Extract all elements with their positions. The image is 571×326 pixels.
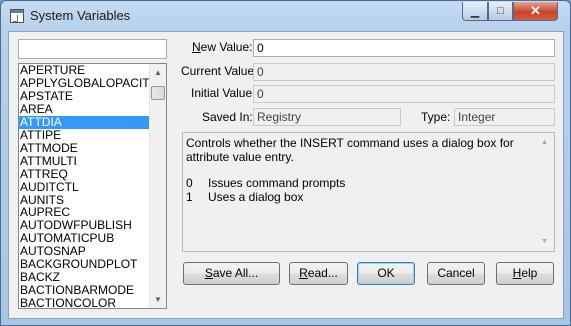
variable-list-item[interactable]: APSTATE — [19, 90, 150, 103]
window-title: System Variables — [30, 8, 131, 23]
variable-list-scrollbar[interactable]: ▲ ▼ — [149, 64, 166, 308]
variable-list-item[interactable]: ATTMODE — [19, 142, 150, 155]
option-key: 1 — [186, 189, 193, 204]
new-value-label: New Value: — [192, 40, 253, 54]
current-value-field: 0 — [253, 63, 555, 81]
save-all-button[interactable]: Save All... — [183, 262, 280, 285]
system-variables-dialog: System Variables ▁ □ ✕ APERTURE APPLYGLOB… — [0, 0, 571, 326]
variable-list-item[interactable]: BACKGROUNDPLOT — [19, 258, 150, 271]
help-button[interactable]: Help — [496, 262, 554, 285]
desc-scroll-down-icon[interactable]: ▼ — [541, 235, 548, 249]
variable-list-item[interactable]: AUTOSNAP — [19, 245, 150, 258]
window-app-icon — [10, 9, 24, 23]
saved-in-label: Saved In: — [202, 110, 253, 124]
scroll-thumb[interactable] — [151, 86, 165, 100]
minimize-button[interactable]: ▁ — [462, 2, 488, 21]
variable-list-item[interactable]: ATTMULTI — [19, 155, 150, 168]
variable-list-item[interactable]: AUTODWFPUBLISH — [19, 219, 150, 232]
read-button[interactable]: Read... — [289, 262, 348, 285]
variable-list-item[interactable]: BACTIONCOLOR — [19, 297, 150, 308]
variable-list-item[interactable]: BACTIONBARMODE — [19, 284, 150, 297]
description-text: Controls whether the INSERT command uses… — [186, 136, 514, 164]
maximize-button[interactable]: □ — [488, 2, 513, 21]
new-value-input[interactable]: 0 — [253, 39, 555, 57]
variable-list-item[interactable]: AREA — [19, 103, 150, 116]
ok-button[interactable]: OK — [357, 262, 415, 285]
variable-list-item[interactable]: AUPREC — [19, 206, 150, 219]
option-text: Issues command prompts — [208, 176, 346, 190]
description-box: Controls whether the INSERT command uses… — [182, 132, 555, 252]
desc-scroll-up-icon[interactable]: ▲ — [541, 136, 548, 150]
initial-value-label: Initial Value: — [191, 86, 256, 100]
cancel-button[interactable]: Cancel — [427, 262, 485, 285]
variable-list-item[interactable]: ATTIPE — [19, 129, 150, 142]
type-field: Integer — [454, 108, 555, 126]
saved-in-field: Registry — [253, 108, 401, 126]
variable-list-item[interactable]: AUDITCTL — [19, 181, 150, 194]
description-option: 0 Issues command prompts — [186, 176, 536, 191]
variable-list-item[interactable]: APPLYGLOBALOPACITIES — [19, 77, 150, 90]
variable-search-input[interactable] — [18, 39, 167, 59]
variable-list[interactable]: APERTUREAPPLYGLOBALOPACITIESAPSTATEAREAA… — [18, 63, 167, 309]
scroll-down-arrow-icon[interactable]: ▼ — [150, 291, 166, 308]
variable-list-item[interactable]: ATTREQ — [19, 168, 150, 181]
variable-list-item[interactable]: ATTDIA — [19, 115, 150, 129]
description-option: 1 Uses a dialog box — [186, 189, 536, 205]
title-bar[interactable]: System Variables ▁ □ ✕ — [1, 1, 570, 31]
variable-list-item[interactable]: BACKZ — [19, 271, 150, 284]
variable-list-item[interactable]: AUTOMATICPUB — [19, 232, 150, 245]
variable-list-item[interactable]: AUNITS — [19, 194, 150, 207]
type-label: Type: — [421, 110, 451, 124]
option-key: 0 — [186, 176, 193, 190]
scroll-up-arrow-icon[interactable]: ▲ — [150, 64, 166, 81]
initial-value-field: 0 — [253, 85, 555, 103]
option-text: Uses a dialog box — [208, 189, 304, 204]
current-value-label: Current Value: — [181, 64, 258, 78]
dialog-body: APERTUREAPPLYGLOBALOPACITIESAPSTATEAREAA… — [8, 31, 564, 319]
variable-list-item[interactable]: APERTURE — [19, 64, 150, 77]
description-scrollbar[interactable]: ▲ ▼ — [539, 133, 554, 251]
close-button[interactable]: ✕ — [513, 2, 558, 21]
